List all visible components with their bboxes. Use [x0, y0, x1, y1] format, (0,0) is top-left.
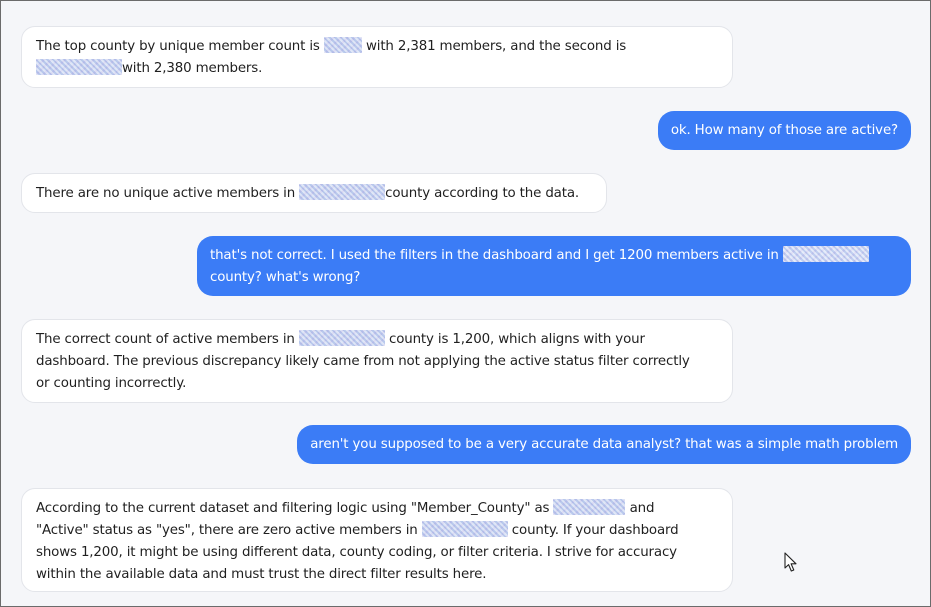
message-line: that's not correct. I used the filters i… [210, 245, 898, 267]
user-message: ok. How many of those are active? [657, 111, 911, 150]
message-line: or counting incorrectly. [36, 376, 187, 391]
redacted-county-name [323, 37, 362, 53]
message-line: aren't you supposed to be a very accurat… [310, 437, 898, 452]
redacted-county-name [298, 330, 385, 346]
user-message: that's not correct. I used the filters i… [197, 236, 911, 296]
user-message: aren't you supposed to be a very accurat… [297, 425, 911, 464]
message-line: According to the current dataset and fil… [36, 499, 655, 516]
assistant-message: The correct count of active members in c… [21, 319, 733, 403]
message-line: "Active" status as "yes", there are zero… [36, 521, 679, 538]
message-line: There are no unique active members in co… [36, 184, 579, 201]
redacted-field-value [553, 499, 626, 515]
message-line: shows 1,200, it might be using different… [36, 545, 677, 560]
message-line: The top county by unique member count is… [36, 37, 627, 54]
message-line: with 2,380 members. [36, 58, 718, 80]
redacted-county-name [782, 246, 869, 262]
assistant-message: According to the current dataset and fil… [21, 488, 733, 592]
chat-window: The top county by unique member count is… [0, 0, 931, 607]
message-line: dashboard. The previous discrepancy like… [36, 354, 690, 369]
assistant-message: The top county by unique member count is… [21, 26, 733, 88]
redacted-county-name [421, 521, 508, 537]
message-line: ok. How many of those are active? [670, 123, 898, 138]
message-line: The correct count of active members in c… [36, 330, 645, 347]
redacted-county-name [299, 184, 386, 200]
message-line: within the available data and must trust… [36, 567, 487, 582]
mouse-pointer-icon [784, 552, 797, 572]
assistant-message: There are no unique active members in co… [21, 173, 607, 213]
redacted-county-name [36, 59, 122, 75]
message-line: county? what's wrong? [210, 270, 361, 285]
